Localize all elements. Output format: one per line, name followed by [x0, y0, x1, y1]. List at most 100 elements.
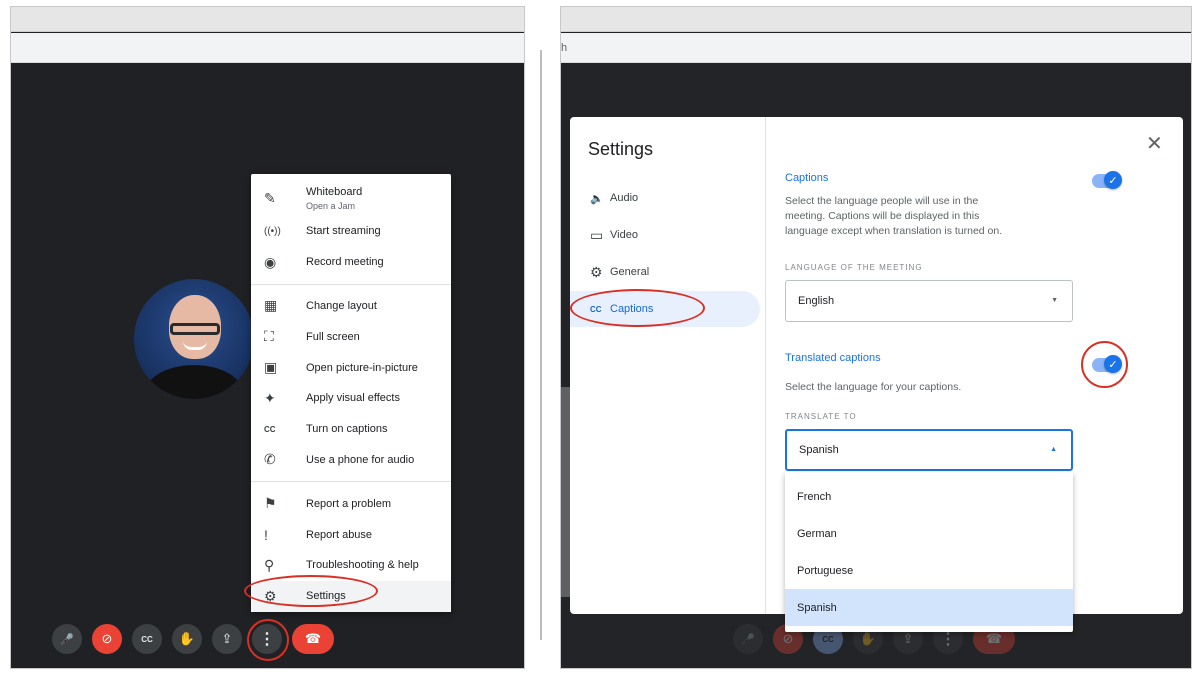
- captions-toggle[interactable]: ✓: [1092, 171, 1122, 189]
- fullscreen-icon: ⛶: [264, 328, 274, 345]
- menu-item-record-meeting[interactable]: ◉ Record meeting: [251, 247, 451, 278]
- menu-divider: [251, 481, 451, 483]
- participant-avatar: [134, 279, 254, 399]
- translated-captions-toggle[interactable]: ✓: [1092, 355, 1122, 373]
- nav-label: General: [610, 266, 650, 278]
- end-call-icon: ☎: [304, 631, 322, 646]
- settings-sidebar: Settings 🔈 Audio ▭ Video ⚙ General CC Ca…: [570, 117, 766, 614]
- nav-label: Video: [610, 229, 638, 241]
- settings-nav-audio[interactable]: 🔈 Audio: [570, 180, 760, 216]
- menu-item-phone-audio[interactable]: ✆ Use a phone for audio: [251, 445, 451, 476]
- menu-item-report-abuse[interactable]: ! Report abuse: [251, 519, 451, 550]
- more-vert-icon: ⋮: [940, 631, 956, 648]
- translate-to-select[interactable]: Spanish ▲: [785, 429, 1073, 471]
- menu-item-troubleshooting[interactable]: ⚲ Troubleshooting & help: [251, 550, 451, 581]
- settings-nav-video[interactable]: ▭ Video: [570, 217, 760, 253]
- select-value: English: [798, 295, 835, 307]
- settings-nav-general[interactable]: ⚙ General: [570, 254, 760, 290]
- check-icon: ✓: [1108, 174, 1118, 187]
- menu-item-label: Report a problem: [306, 497, 391, 510]
- camera-button[interactable]: ⊘: [92, 624, 122, 654]
- meeting-language-select[interactable]: English ▼: [785, 280, 1073, 322]
- menu-item-full-screen[interactable]: ⛶ Full screen: [251, 321, 451, 352]
- option-german[interactable]: German: [785, 515, 1073, 552]
- mic-icon: 🎤: [60, 633, 74, 646]
- menu-item-start-streaming[interactable]: ((•)) Start streaming: [251, 216, 451, 247]
- settings-title: Settings: [588, 139, 654, 159]
- meet-window-right: h 🎤 ⊘ CC ✋ ⇪ ⋮ ☎ Settings 🔈 Audio ▭ Vide…: [560, 6, 1192, 669]
- menu-item-label: Settings: [306, 590, 346, 603]
- captions-description: Select the language people will use in t…: [785, 195, 1003, 237]
- captions-icon: CC: [590, 304, 602, 314]
- menu-item-label: Whiteboard: [306, 185, 363, 198]
- option-spanish[interactable]: Spanish: [785, 589, 1073, 626]
- browser-toolbar: h: [561, 33, 1191, 63]
- option-portuguese[interactable]: Portuguese: [785, 552, 1073, 589]
- captions-heading: Captions: [785, 172, 829, 184]
- browser-toolbar: [11, 33, 524, 63]
- more-options-button[interactable]: ⋮: [252, 624, 282, 654]
- end-call-button[interactable]: ☎: [292, 624, 334, 654]
- close-icon[interactable]: ✕: [1146, 131, 1163, 156]
- check-icon: ✓: [1108, 358, 1118, 371]
- meeting-language-label: LANGUAGE OF THE MEETING: [785, 263, 923, 272]
- captions-icon: CC: [822, 634, 834, 644]
- present-icon: ⇪: [902, 631, 914, 646]
- feedback-icon: ⚑: [264, 495, 277, 512]
- broadcast-icon: ((•)): [264, 225, 281, 237]
- mic-button[interactable]: 🎤: [52, 624, 82, 654]
- dropdown-arrow-icon: ▼: [1051, 297, 1058, 304]
- menu-item-label: Open picture-in-picture: [306, 361, 418, 374]
- menu-item-whiteboard[interactable]: ✎ Whiteboard Open a Jam: [251, 180, 451, 216]
- phone-icon: ✆: [264, 451, 276, 468]
- translated-captions-description: Select the language for your captions.: [785, 381, 962, 393]
- captions-button[interactable]: CC: [132, 624, 162, 654]
- present-icon: ⇪: [221, 631, 233, 646]
- hand-icon: ✋: [859, 631, 877, 646]
- record-icon: ◉: [264, 253, 277, 270]
- select-value: Spanish: [799, 444, 839, 456]
- captions-icon: CC: [264, 424, 276, 434]
- menu-item-report-problem[interactable]: ⚑ Report a problem: [251, 488, 451, 519]
- settings-nav-captions[interactable]: CC Captions: [570, 291, 760, 327]
- menu-item-label: Troubleshooting & help: [306, 559, 419, 572]
- menu-item-label: Full screen: [306, 330, 360, 343]
- menu-item-settings[interactable]: ⚙ Settings: [251, 580, 451, 612]
- menu-item-label: Apply visual effects: [306, 392, 400, 405]
- settings-dialog: Settings 🔈 Audio ▭ Video ⚙ General CC Ca…: [570, 117, 1183, 632]
- menu-divider: [251, 283, 451, 285]
- menu-item-visual-effects[interactable]: ✦ Apply visual effects: [251, 383, 451, 414]
- present-button[interactable]: ⇪: [212, 624, 242, 654]
- menu-item-label: Change layout: [306, 299, 377, 312]
- meet-window-left: ✎ Whiteboard Open a Jam ((•)) Start strea…: [10, 6, 525, 669]
- menu-item-change-layout[interactable]: ▦ Change layout: [251, 291, 451, 322]
- pip-icon: ▣: [264, 359, 278, 376]
- captions-icon: CC: [141, 634, 153, 644]
- gear-icon: ⚙: [264, 587, 277, 604]
- translate-to-label: TRANSLATE TO: [785, 412, 857, 421]
- camera-off-icon: ⊘: [782, 631, 794, 646]
- more-options-menu: ✎ Whiteboard Open a Jam ((•)) Start strea…: [251, 174, 451, 612]
- nav-label: Audio: [610, 192, 639, 204]
- end-call-icon: ☎: [985, 631, 1003, 646]
- gear-icon: ⚙: [590, 263, 603, 280]
- browser-titlebar: [11, 7, 524, 32]
- video-icon: ▭: [590, 226, 604, 243]
- nav-label: Captions: [610, 303, 654, 315]
- translated-captions-heading: Translated captions: [785, 352, 881, 364]
- menu-item-label: Use a phone for audio: [306, 453, 415, 466]
- menu-item-turn-on-captions[interactable]: CC Turn on captions: [251, 414, 451, 445]
- more-vert-icon: ⋮: [259, 631, 275, 648]
- sparkle-icon: ✦: [264, 389, 276, 406]
- mic-icon: 🎤: [741, 633, 755, 646]
- raise-hand-button[interactable]: ✋: [172, 624, 202, 654]
- dropdown-arrow-icon: ▲: [1050, 446, 1057, 453]
- hand-icon: ✋: [178, 631, 196, 646]
- speaker-icon: 🔈: [590, 192, 604, 205]
- translate-to-options: French German Portuguese Spanish: [785, 472, 1073, 632]
- browser-titlebar: [561, 7, 1191, 32]
- layout-icon: ▦: [264, 297, 278, 314]
- option-french[interactable]: French: [785, 478, 1073, 515]
- menu-item-picture-in-picture[interactable]: ▣ Open picture-in-picture: [251, 352, 451, 383]
- menu-item-label: Report abuse: [306, 528, 373, 541]
